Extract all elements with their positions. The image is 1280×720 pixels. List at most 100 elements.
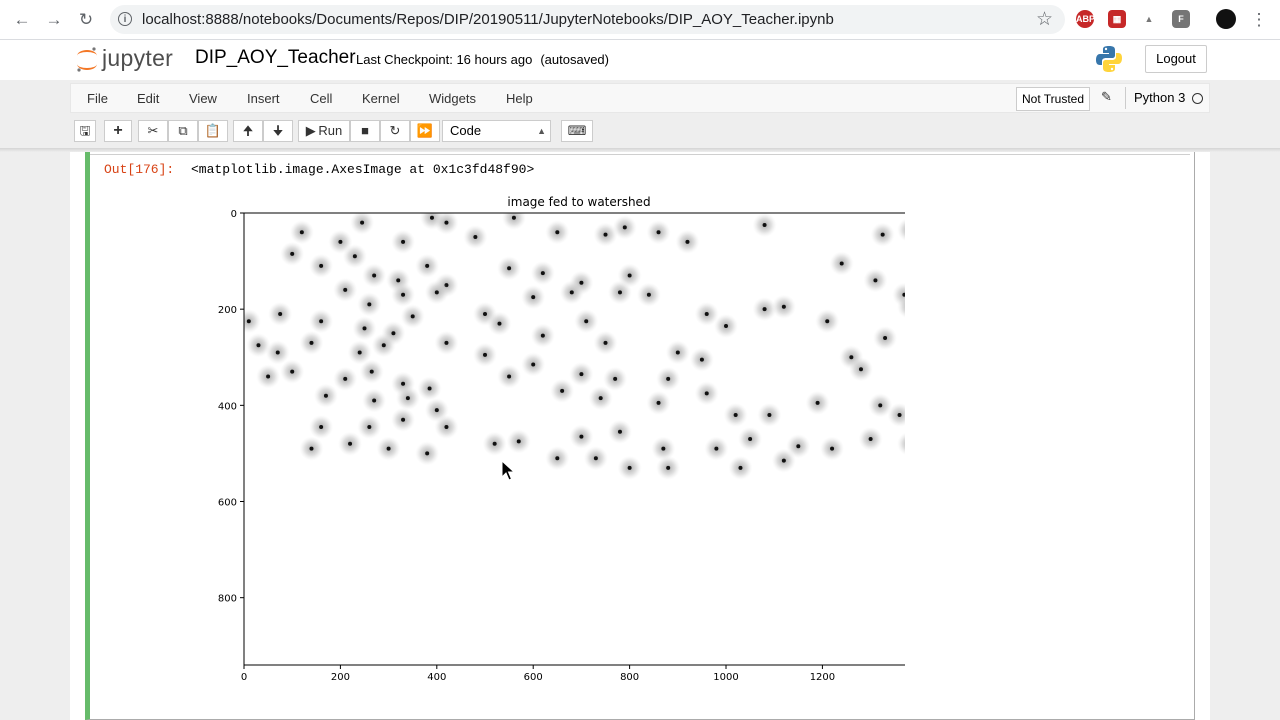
cell-type-select[interactable]: Code▲▼ [442,120,551,156]
site-info-icon[interactable]: i [118,12,132,26]
back-icon[interactable]: ← [11,9,33,31]
blob-marker [878,403,883,408]
blob-marker [815,400,820,405]
bookmark-star-icon[interactable]: ☆ [1036,8,1053,31]
menu-view[interactable]: View [189,91,217,106]
blob-marker [391,331,396,336]
adblock-extension-icon[interactable]: ABP [1076,10,1095,28]
y-tick-label: 600 [218,498,237,509]
interrupt-icon[interactable]: ■ [350,120,380,142]
blob-marker [497,321,502,326]
output-prompt: Out[176]: [104,162,175,177]
menu-insert[interactable]: Insert [247,91,280,106]
menu-help[interactable]: Help [506,91,533,106]
code-cell-selected[interactable]: Out[176]: <matplotlib.image.AxesImage at… [85,152,1195,720]
jupyter-logo-text[interactable]: jupyter [102,45,173,72]
blob-marker [704,391,709,396]
blob-marker [319,424,324,429]
blob-marker [531,362,536,367]
blob-marker [401,239,406,244]
blob-marker [646,292,651,297]
blob-marker [372,273,377,278]
cell-type-value: Code [450,123,482,138]
blob-marker [762,223,767,228]
blob-marker [360,220,365,225]
mouse-cursor-icon [501,460,516,481]
notebook-name[interactable]: DIP_AOY_Teacher [195,47,356,69]
jupyter-logo-icon[interactable] [74,45,100,75]
insert-cell-icon[interactable]: + [104,120,132,142]
blob-marker [352,254,357,259]
menu-kernel[interactable]: Kernel [362,91,400,106]
blob-marker [386,446,391,451]
chart-title: image fed to watershed [507,195,650,209]
menu-widgets[interactable]: Widgets [429,91,476,106]
run-icon: ▶ [305,123,319,138]
blob-marker [540,333,545,338]
blob-marker [661,446,666,451]
address-bar[interactable]: i localhost:8888/notebooks/Documents/Rep… [110,5,1065,34]
blob-marker [444,340,449,345]
blob-marker [381,343,386,348]
browser-menu-icon[interactable]: ⋮ [1248,9,1270,31]
menu-cell[interactable]: Cell [310,91,332,106]
save-icon[interactable]: 🖫 [74,120,96,142]
blob-marker [401,417,406,422]
blob-marker [275,350,280,355]
logout-button[interactable]: Logout [1145,45,1207,73]
input-area-edge [90,152,1190,155]
blob-marker [323,393,328,398]
cut-icon[interactable]: ✂ [138,120,168,142]
blob-marker [319,319,324,324]
profile-avatar[interactable] [1216,9,1236,29]
restart-run-all-icon[interactable]: ⏩ [410,120,440,142]
blob-marker [622,225,627,230]
forward-icon[interactable]: → [43,9,65,31]
blob-marker [699,357,704,362]
blob-marker [507,374,512,379]
blob-marker [246,319,251,324]
blob-marker [507,266,512,271]
kernel-name[interactable]: Python 3 [1125,87,1185,109]
blob-marker [511,215,516,220]
blob-marker [278,311,283,316]
menu-edit[interactable]: Edit [137,91,159,106]
menubar: File Edit View Insert Cell Kernel Widget… [70,83,1210,113]
blob-marker [666,465,671,470]
blob-marker [396,278,401,283]
blob-marker [555,456,560,461]
command-palette-keyboard-icon[interactable]: ⌨ [561,120,593,142]
blob-marker [839,261,844,266]
blob-marker [492,441,497,446]
blob-marker [849,355,854,360]
checkpoint-status: Last Checkpoint: 16 hours ago (autosaved) [356,52,609,67]
blob-marker [675,350,680,355]
move-up-icon[interactable]: 🠉 [233,120,263,142]
blob-marker [685,239,690,244]
url-text[interactable]: localhost:8888/notebooks/Documents/Repos… [142,11,834,28]
move-down-icon[interactable]: 🠋 [263,120,293,142]
blob-marker [560,388,565,393]
blob-marker [343,287,348,292]
blob-marker [256,343,261,348]
x-tick-label: 200 [331,672,350,680]
drive-extension-icon[interactable]: ▲ [1140,10,1158,28]
blob-marker [401,381,406,386]
blob-marker [627,465,632,470]
blob-marker [367,302,372,307]
f-extension-icon[interactable]: F [1172,10,1190,28]
paste-icon[interactable]: 📋 [198,120,228,142]
blob-marker [483,311,488,316]
blob-marker [656,230,661,235]
restart-icon[interactable]: ↻ [380,120,410,142]
run-button[interactable]: ▶ Run [298,120,350,142]
blob-marker [434,408,439,413]
blob-marker [738,465,743,470]
trust-status-button[interactable]: Not Trusted [1016,87,1091,111]
menu-file[interactable]: File [87,91,108,106]
reload-icon[interactable]: ↻ [75,9,97,31]
copy-icon[interactable]: ⧉ [168,120,198,142]
blob-marker [613,376,618,381]
extension-red-icon[interactable]: ▦ [1108,10,1126,28]
blob-marker [781,458,786,463]
